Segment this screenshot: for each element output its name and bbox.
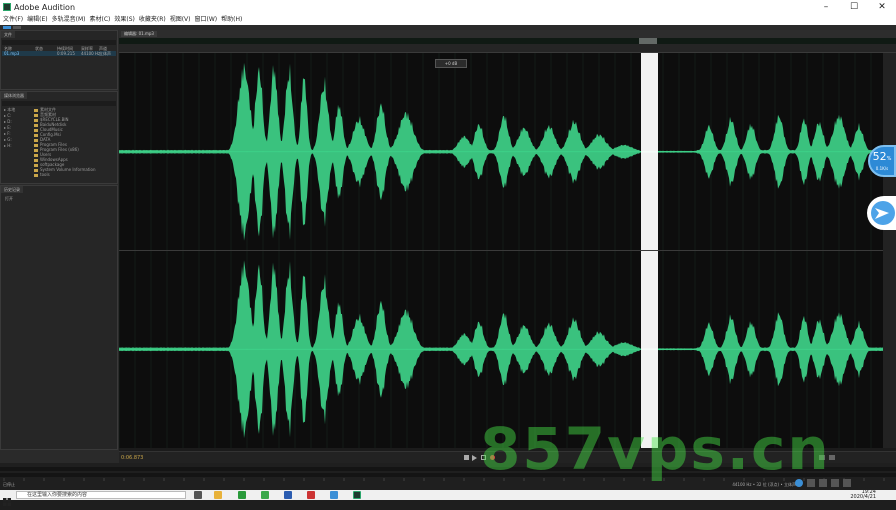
clip-gain-label: +0 dB [445,61,457,66]
audition-taskbar-icon[interactable] [353,491,361,499]
history-tab[interactable]: 历史记录 [1,186,23,193]
folder-icon [34,174,38,177]
menu-view[interactable]: 视图(V) [170,15,191,25]
drive-item[interactable]: ▸ F: [4,131,11,136]
menu-help[interactable]: 帮助(H) [221,15,242,25]
waveform-view-button[interactable] [3,26,11,29]
audition-icon [3,3,11,11]
files-panel-tab[interactable]: 文件 [1,31,15,38]
menu-bar: 文件(F) 编辑(E) 多轨混音(M) 素材(C) 效果(S) 收藏夹(R) 视… [0,15,896,25]
folder-item[interactable]: tools [34,172,50,177]
taskbar-search-input[interactable]: 在这里输入你要搜索的内容 [16,491,186,499]
minimize-button[interactable]: – [812,0,840,15]
clip-gain-hud[interactable]: +0 dB [435,59,467,68]
file-duration: 0:09.215 [57,51,75,56]
maximize-button[interactable]: ☐ [840,0,868,15]
speed-unit: % [887,156,892,162]
menu-effects[interactable]: 效果(S) [114,15,135,25]
window-title: Adobe Audition [14,3,75,12]
media-toolbar [2,101,116,106]
waveform-editor: 编辑器: 01.mp3 +0 dB [119,30,896,460]
speed-percent: 52 [873,150,887,163]
file-rate: 44100 Hz [81,51,100,56]
drive-item[interactable]: ▸ E: [4,125,11,130]
close-button[interactable]: ✕ [868,0,896,15]
editor-tab-bar: 编辑器: 01.mp3 [119,30,896,38]
media-browser-panel: 媒体浏览器 ▸ 本地▸ C:▸ D:▸ E:▸ F:▸ G:▸ H: 素材文件音… [0,91,118,184]
mail-icon[interactable] [330,491,338,499]
system-clock[interactable]: 19:24 2020/4/21 [850,490,876,500]
drive-item[interactable]: ▸ D: [4,119,12,124]
media-browser-tab[interactable]: 媒体浏览器 [1,92,27,99]
speed-rate: 0.1K/s [870,166,894,171]
wechat-icon[interactable] [261,491,269,499]
files-search-bar[interactable] [2,40,116,45]
clock-date: 2020/4/21 [850,495,876,500]
file-explorer-icon[interactable] [214,491,222,499]
menu-file[interactable]: 文件(F) [3,15,23,25]
stop-button[interactable] [464,455,469,460]
settings-icon[interactable] [843,479,851,487]
drive-item[interactable]: ▸ H: [4,143,12,148]
db-scale [883,53,896,448]
time-display: 0:06.873 [121,455,143,461]
waveform-canvas[interactable] [119,53,883,448]
menu-edit[interactable]: 编辑(E) [27,15,47,25]
play-button[interactable] [472,455,477,461]
drive-list: ▸ 本地▸ C:▸ D:▸ E:▸ F:▸ G:▸ H: [1,107,31,182]
search-placeholder: 在这里输入你要搜索的内容 [27,492,87,498]
menu-clip[interactable]: 素材(C) [89,15,110,25]
history-panel: 历史记录 打开 [0,185,118,450]
history-item[interactable]: 打开 [5,196,13,202]
app-icon[interactable] [284,491,292,499]
time-ruler[interactable] [119,44,896,53]
watermark: 857vps.cn [480,415,831,483]
assistant-widget[interactable] [867,196,896,230]
taskbar: 在这里输入你要搜索的内容 19:24 2020/4/21 [0,490,896,500]
multitrack-view-button[interactable] [13,26,21,29]
task-view-icon[interactable] [194,491,202,499]
windows-icon [2,498,12,506]
files-panel: 文件 名称 状态 持续时间 采样率 声道 01.mp3 0:09.215 441… [0,30,118,90]
start-button[interactable] [2,491,12,499]
folder-list: 素材文件音频素材$RECYCLE.BINBaiduNetdiskCloudMus… [31,107,117,182]
media-icon[interactable] [307,491,315,499]
menu-multitrack[interactable]: 多轨混音(M) [52,15,86,25]
file-name: 01.mp3 [4,51,19,56]
title-bar: Adobe Audition – ☐ ✕ [0,0,896,15]
editor-tab[interactable]: 编辑器: 01.mp3 [121,31,157,37]
network-speed-widget[interactable]: 52% 0.1K/s [868,145,896,177]
drive-item[interactable]: ▸ C: [4,113,11,118]
bird-icon [867,196,896,230]
table-row[interactable]: 01.mp3 0:09.215 44100 Hz 立体声 [2,51,116,56]
file-channels: 立体声 [99,51,111,57]
browser-icon[interactable] [238,491,246,499]
waveform-display[interactable]: +0 dB [119,53,883,448]
keyboard-icon[interactable] [831,479,839,487]
menu-favorites[interactable]: 收藏夹(R) [139,15,166,25]
drive-item[interactable]: ▸ G: [4,137,12,142]
menu-window[interactable]: 窗口(W) [195,15,218,25]
drive-item[interactable]: ▸ 本地 [4,107,15,112]
status-left: 已停止 [3,482,15,488]
